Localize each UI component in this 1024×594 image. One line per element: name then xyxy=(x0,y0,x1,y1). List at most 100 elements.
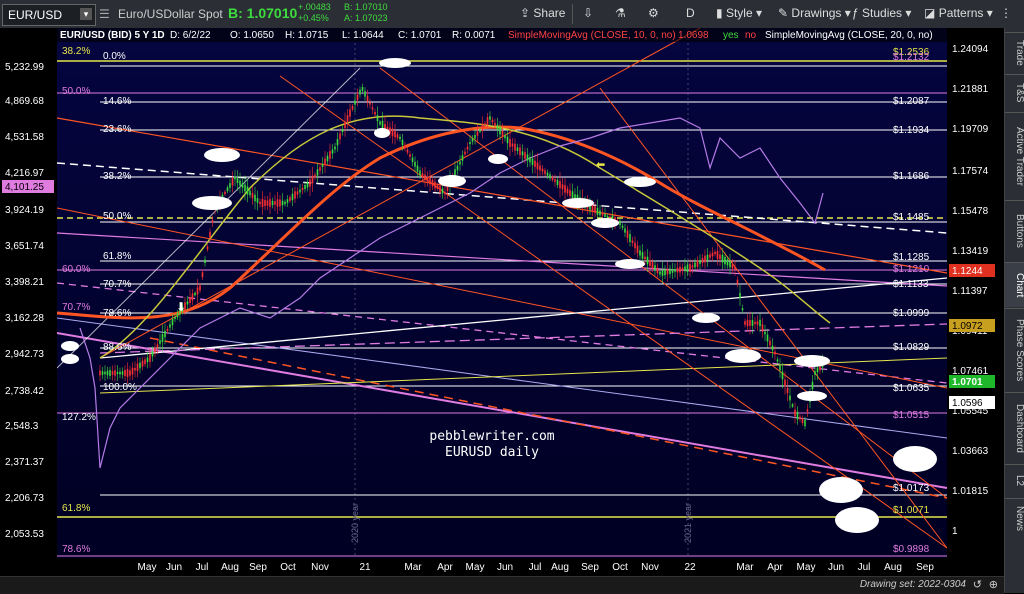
projection-marker xyxy=(374,128,390,138)
candle-body xyxy=(474,135,476,139)
settings-icon[interactable]: ⚙ xyxy=(648,6,659,20)
candle-body xyxy=(691,265,694,268)
chevron-down-icon[interactable]: ▾ xyxy=(80,8,92,20)
candle-body xyxy=(206,246,209,250)
candle-body xyxy=(344,121,346,128)
red-price-tag-text: 1.1244 xyxy=(952,266,983,277)
fib-inner-label: 50.0% xyxy=(103,211,131,222)
candle-body xyxy=(681,267,684,271)
candle-body xyxy=(439,185,441,193)
candle-body xyxy=(806,409,809,412)
fib-inner-label: 14.6% xyxy=(103,96,131,107)
candle-body xyxy=(119,371,121,375)
time-axis-label: Oct xyxy=(612,562,628,573)
sma-price-tag-text: 1.0972 xyxy=(952,321,983,332)
sma-yes: yes xyxy=(723,30,739,41)
tab-chart[interactable]: Chart xyxy=(1005,262,1024,307)
candle-body xyxy=(464,151,466,155)
candle-body xyxy=(324,158,326,166)
fib-right-label: $1.0999 xyxy=(893,308,930,319)
candle-body xyxy=(636,245,639,254)
fib-left-label: 70.7% xyxy=(62,302,90,313)
candle-body xyxy=(641,252,644,259)
style-button[interactable]: ▮ Style ▾ xyxy=(716,6,762,20)
tab-dashboard[interactable]: Dashboard xyxy=(1005,392,1024,463)
candle-body xyxy=(499,126,501,135)
candle-body xyxy=(734,266,736,270)
candle-body xyxy=(109,370,111,376)
candle-body xyxy=(319,167,321,171)
candle-body xyxy=(671,269,674,273)
candle-body xyxy=(714,251,716,255)
chart-date: D: 6/2/22 xyxy=(170,30,211,41)
bid-small: B: 1.07010 xyxy=(344,2,388,12)
patterns-button[interactable]: ◪ Patterns ▾ xyxy=(924,6,993,20)
candle-body xyxy=(604,214,606,217)
candle-body xyxy=(789,395,791,401)
zoom-icon[interactable]: ⊕ xyxy=(989,578,998,591)
share-button[interactable]: ⇪ Share xyxy=(520,6,565,20)
fib-right-label: $1.1210 xyxy=(893,264,930,275)
time-axis-label: Jul xyxy=(529,562,542,573)
more-icon[interactable]: ⋮ xyxy=(1000,6,1012,20)
period-button[interactable]: D xyxy=(686,6,695,20)
projection-marker xyxy=(615,259,645,269)
time-axis-label: Jun xyxy=(166,562,182,573)
candle-body xyxy=(394,131,396,138)
candle-body xyxy=(269,199,271,207)
candle-body xyxy=(661,269,664,276)
candle-body xyxy=(774,351,776,355)
drawings-button[interactable]: ✎ Drawings ▾ xyxy=(778,6,851,20)
candle-body xyxy=(191,293,194,301)
tab-active-trader[interactable]: Active Trader xyxy=(1005,112,1024,199)
flask-icon[interactable]: ⚗ xyxy=(615,6,626,20)
time-axis-label: May xyxy=(138,562,157,573)
candle-body xyxy=(121,371,124,375)
candle-body xyxy=(501,130,504,137)
candle-body xyxy=(144,359,146,365)
candle-body xyxy=(471,138,474,142)
candle-body xyxy=(571,191,574,199)
candle-body xyxy=(274,201,276,205)
candle-body xyxy=(239,180,241,186)
candle-body xyxy=(509,139,511,147)
candle-body xyxy=(314,174,316,178)
candle-body xyxy=(301,187,304,191)
reset-icon[interactable]: ↺ xyxy=(973,578,982,591)
studies-icon: ƒ xyxy=(852,6,859,20)
candle-body xyxy=(396,134,399,138)
tab-news[interactable]: News xyxy=(1005,498,1024,539)
tab-time-and-sales[interactable]: T&S xyxy=(1005,74,1024,111)
candle-body xyxy=(336,138,339,146)
candle-body xyxy=(511,143,514,147)
tab-trade[interactable]: Trade xyxy=(1005,32,1024,73)
left-axis-tick: 2,206.73 xyxy=(5,493,44,504)
candle-body xyxy=(256,198,259,203)
projection-marker xyxy=(438,175,466,187)
export-icon[interactable]: ⇩ xyxy=(583,6,593,20)
candle-body xyxy=(624,228,626,233)
tab-buttons[interactable]: Buttons xyxy=(1005,200,1024,261)
candle-body xyxy=(456,165,459,171)
fib-inner-label: 78.6% xyxy=(103,308,131,319)
candle-body xyxy=(364,91,366,97)
candle-body xyxy=(241,183,244,188)
candle-body xyxy=(411,157,414,163)
candle-icon: ▮ xyxy=(716,6,723,20)
tab-level2[interactable]: L2 xyxy=(1005,464,1024,497)
menu-icon[interactable]: ☰ xyxy=(99,7,110,21)
studies-button[interactable]: ƒ Studies ▾ xyxy=(852,6,911,20)
projection-marker xyxy=(624,177,656,187)
time-axis-label: Aug xyxy=(221,562,239,573)
price-chart[interactable]: ⬇ ⬅ EUR/USD (BID) 5 Y 1D D: 6/2/22 O: 1.… xyxy=(0,28,1004,593)
tab-phase-scores[interactable]: Phase Scores xyxy=(1005,308,1024,391)
time-axis-label: 22 xyxy=(684,562,696,573)
fib-right-label: $1.1485 xyxy=(893,212,930,223)
right-axis-tick: 1.24094 xyxy=(952,44,989,55)
candle-body xyxy=(351,106,354,110)
candle-body xyxy=(536,162,539,170)
fib-inner-label: 100.0% xyxy=(103,382,137,393)
symbol-selector[interactable]: EUR/USD ▾ xyxy=(2,4,96,26)
candle-body xyxy=(639,250,641,256)
candle-body xyxy=(484,123,486,126)
